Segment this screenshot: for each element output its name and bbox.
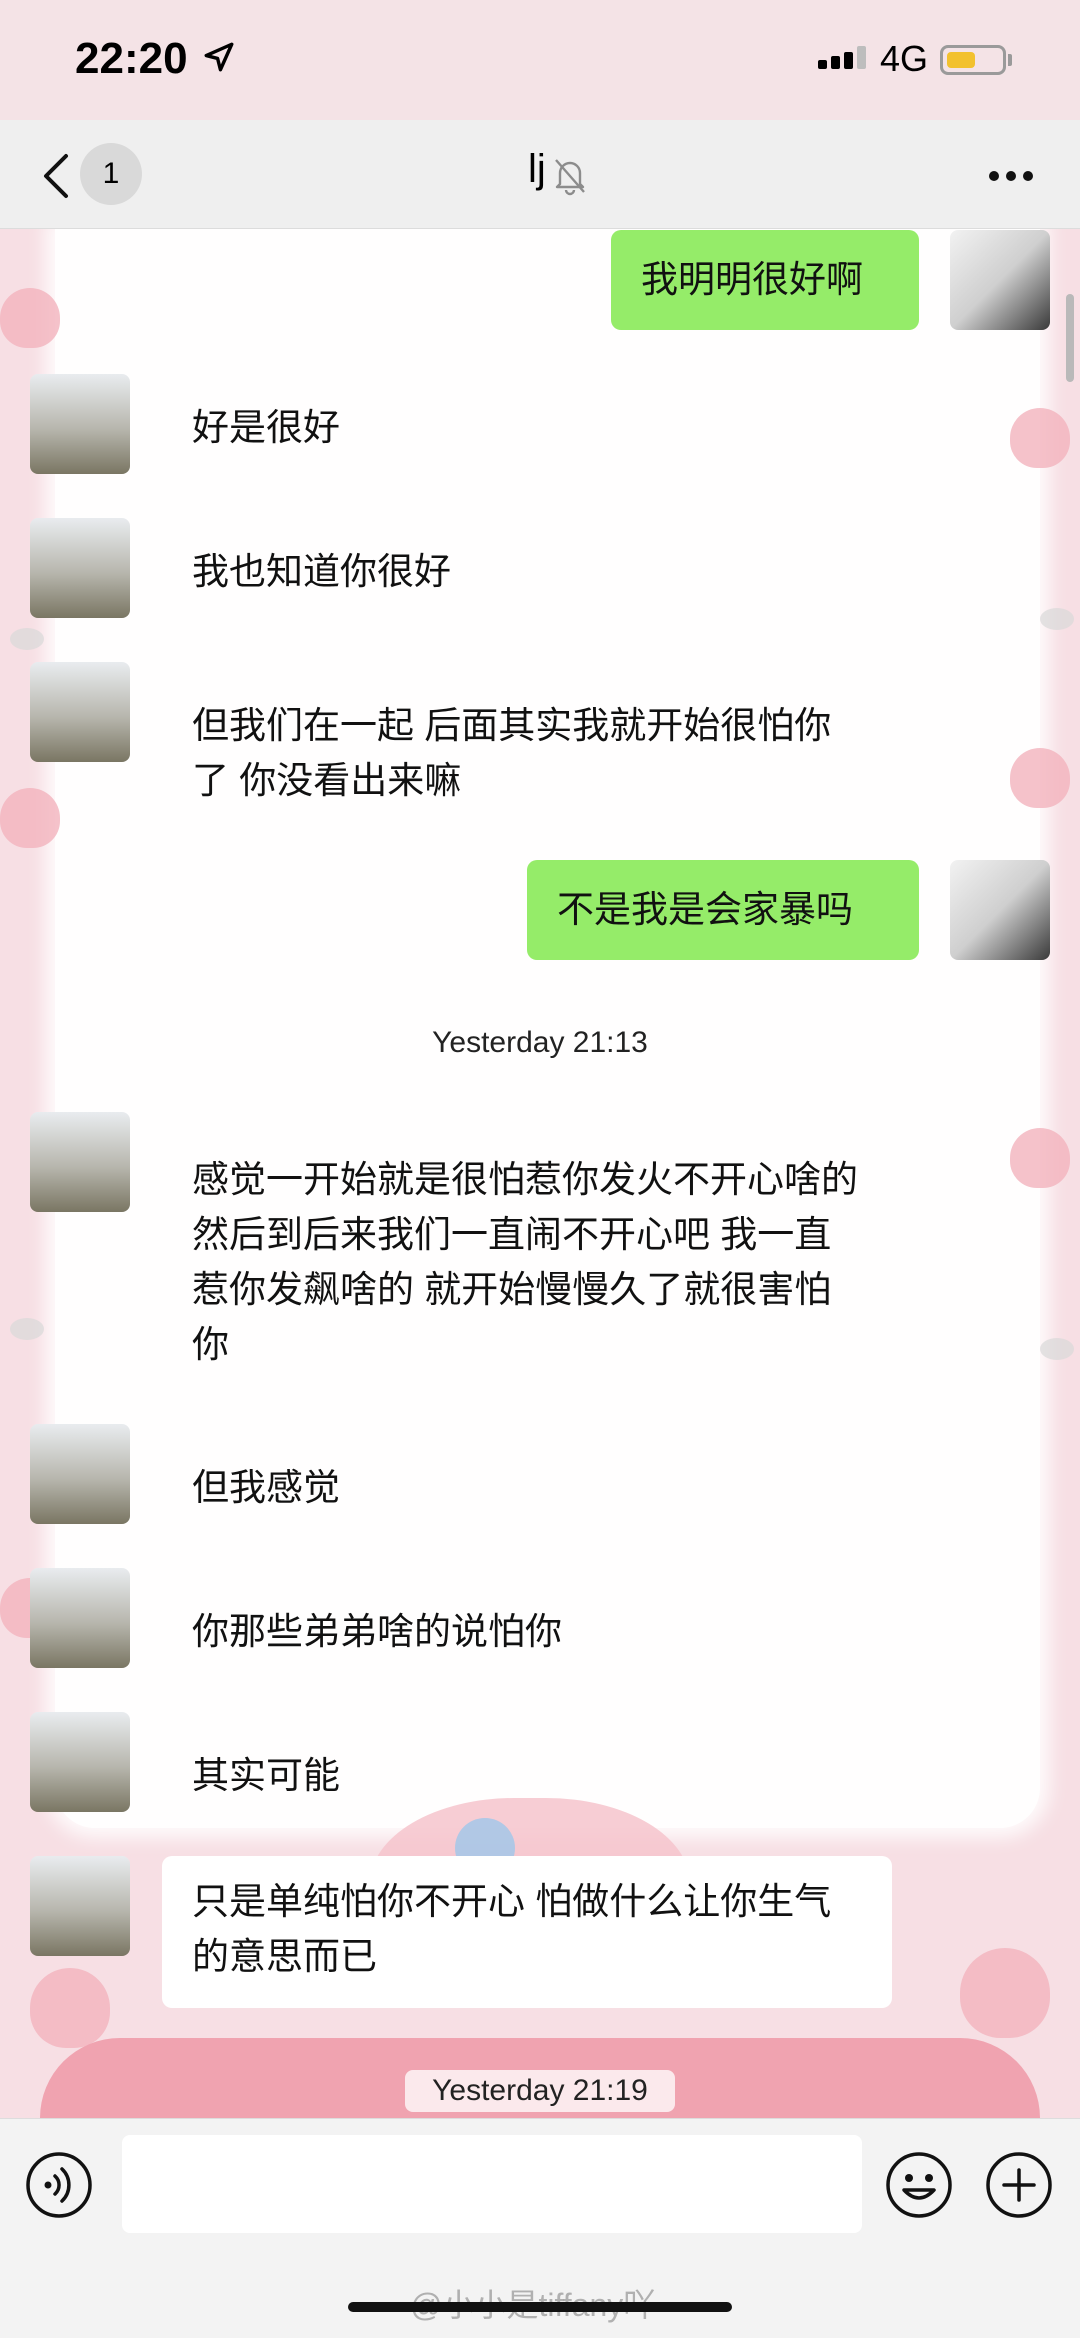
my-avatar[interactable]: [950, 860, 1050, 960]
contact-avatar[interactable]: [30, 1712, 130, 1812]
message-bubble-received[interactable]: 好是很好: [162, 384, 922, 471]
timestamp: Yesterday 21:13: [432, 1026, 648, 1059]
chevron-left-icon[interactable]: [38, 150, 74, 202]
wallpaper-heart: [0, 288, 60, 348]
bell-slash-icon: [555, 159, 585, 196]
contact-avatar[interactable]: [30, 662, 130, 762]
chat-title: lj: [528, 147, 546, 191]
message-bubble-received[interactable]: 只是单纯怕你不开心 怕做什么让你生气的意思而已: [162, 1856, 892, 2008]
status-time: 22:20: [75, 34, 188, 83]
message-bubble-received[interactable]: 其实可能: [162, 1732, 922, 1819]
message-input[interactable]: [122, 2135, 862, 2233]
wallpaper-heart: [1010, 748, 1070, 808]
emoji-icon[interactable]: [884, 2150, 954, 2220]
voice-icon[interactable]: [24, 2150, 94, 2220]
wallpaper-leaf: [10, 1318, 44, 1340]
wallpaper-heart: [0, 788, 60, 848]
timestamp: Yesterday 21:19: [405, 2070, 675, 2112]
contact-avatar[interactable]: [30, 518, 130, 618]
scrollbar[interactable]: [1066, 294, 1074, 382]
message-bubble-received[interactable]: 但我们在一起 后面其实我就开始很怕你了 你没看出来嘛: [162, 682, 892, 824]
network-type: 4G: [880, 38, 929, 79]
home-indicator[interactable]: [348, 2302, 732, 2312]
battery-tip: [1008, 54, 1012, 66]
signal-icon: [818, 46, 866, 69]
message-bubble-sent[interactable]: 我明明很好啊: [611, 230, 919, 330]
contact-avatar[interactable]: [30, 1856, 130, 1956]
contact-avatar[interactable]: [30, 374, 130, 474]
message-bubble-received[interactable]: 你那些弟弟啥的说怕你: [162, 1588, 922, 1675]
contact-avatar[interactable]: [30, 1424, 130, 1524]
wallpaper-leaf: [10, 628, 44, 650]
more-dots-icon[interactable]: [988, 170, 1034, 182]
wallpaper-heart: [1010, 1128, 1070, 1188]
wallpaper-heart: [1010, 408, 1070, 468]
wallpaper-heart: [960, 1948, 1050, 2038]
message-bubble-received[interactable]: 但我感觉: [162, 1444, 922, 1531]
contact-avatar[interactable]: [30, 1112, 130, 1212]
message-bubble-sent[interactable]: 不是我是会家暴吗: [527, 860, 919, 960]
message-bubble-received[interactable]: 我也知道你很好: [162, 528, 922, 615]
my-avatar[interactable]: [950, 230, 1050, 330]
plus-icon[interactable]: [984, 2150, 1054, 2220]
wallpaper-leaf: [1040, 1338, 1074, 1360]
status-bar: 22:20 4G: [0, 0, 1080, 120]
location-arrow-icon: [204, 42, 234, 72]
battery-icon: [940, 45, 1006, 75]
wallpaper-leaf: [1040, 608, 1074, 630]
contact-avatar[interactable]: [30, 1568, 130, 1668]
wallpaper-heart: [30, 1968, 110, 2048]
message-bubble-received[interactable]: 感觉一开始就是很怕惹你发火不开心啥的 然后到后来我们一直闹不开心吧 我一直惹你发…: [162, 1136, 892, 1388]
unread-badge[interactable]: 1: [80, 143, 142, 205]
